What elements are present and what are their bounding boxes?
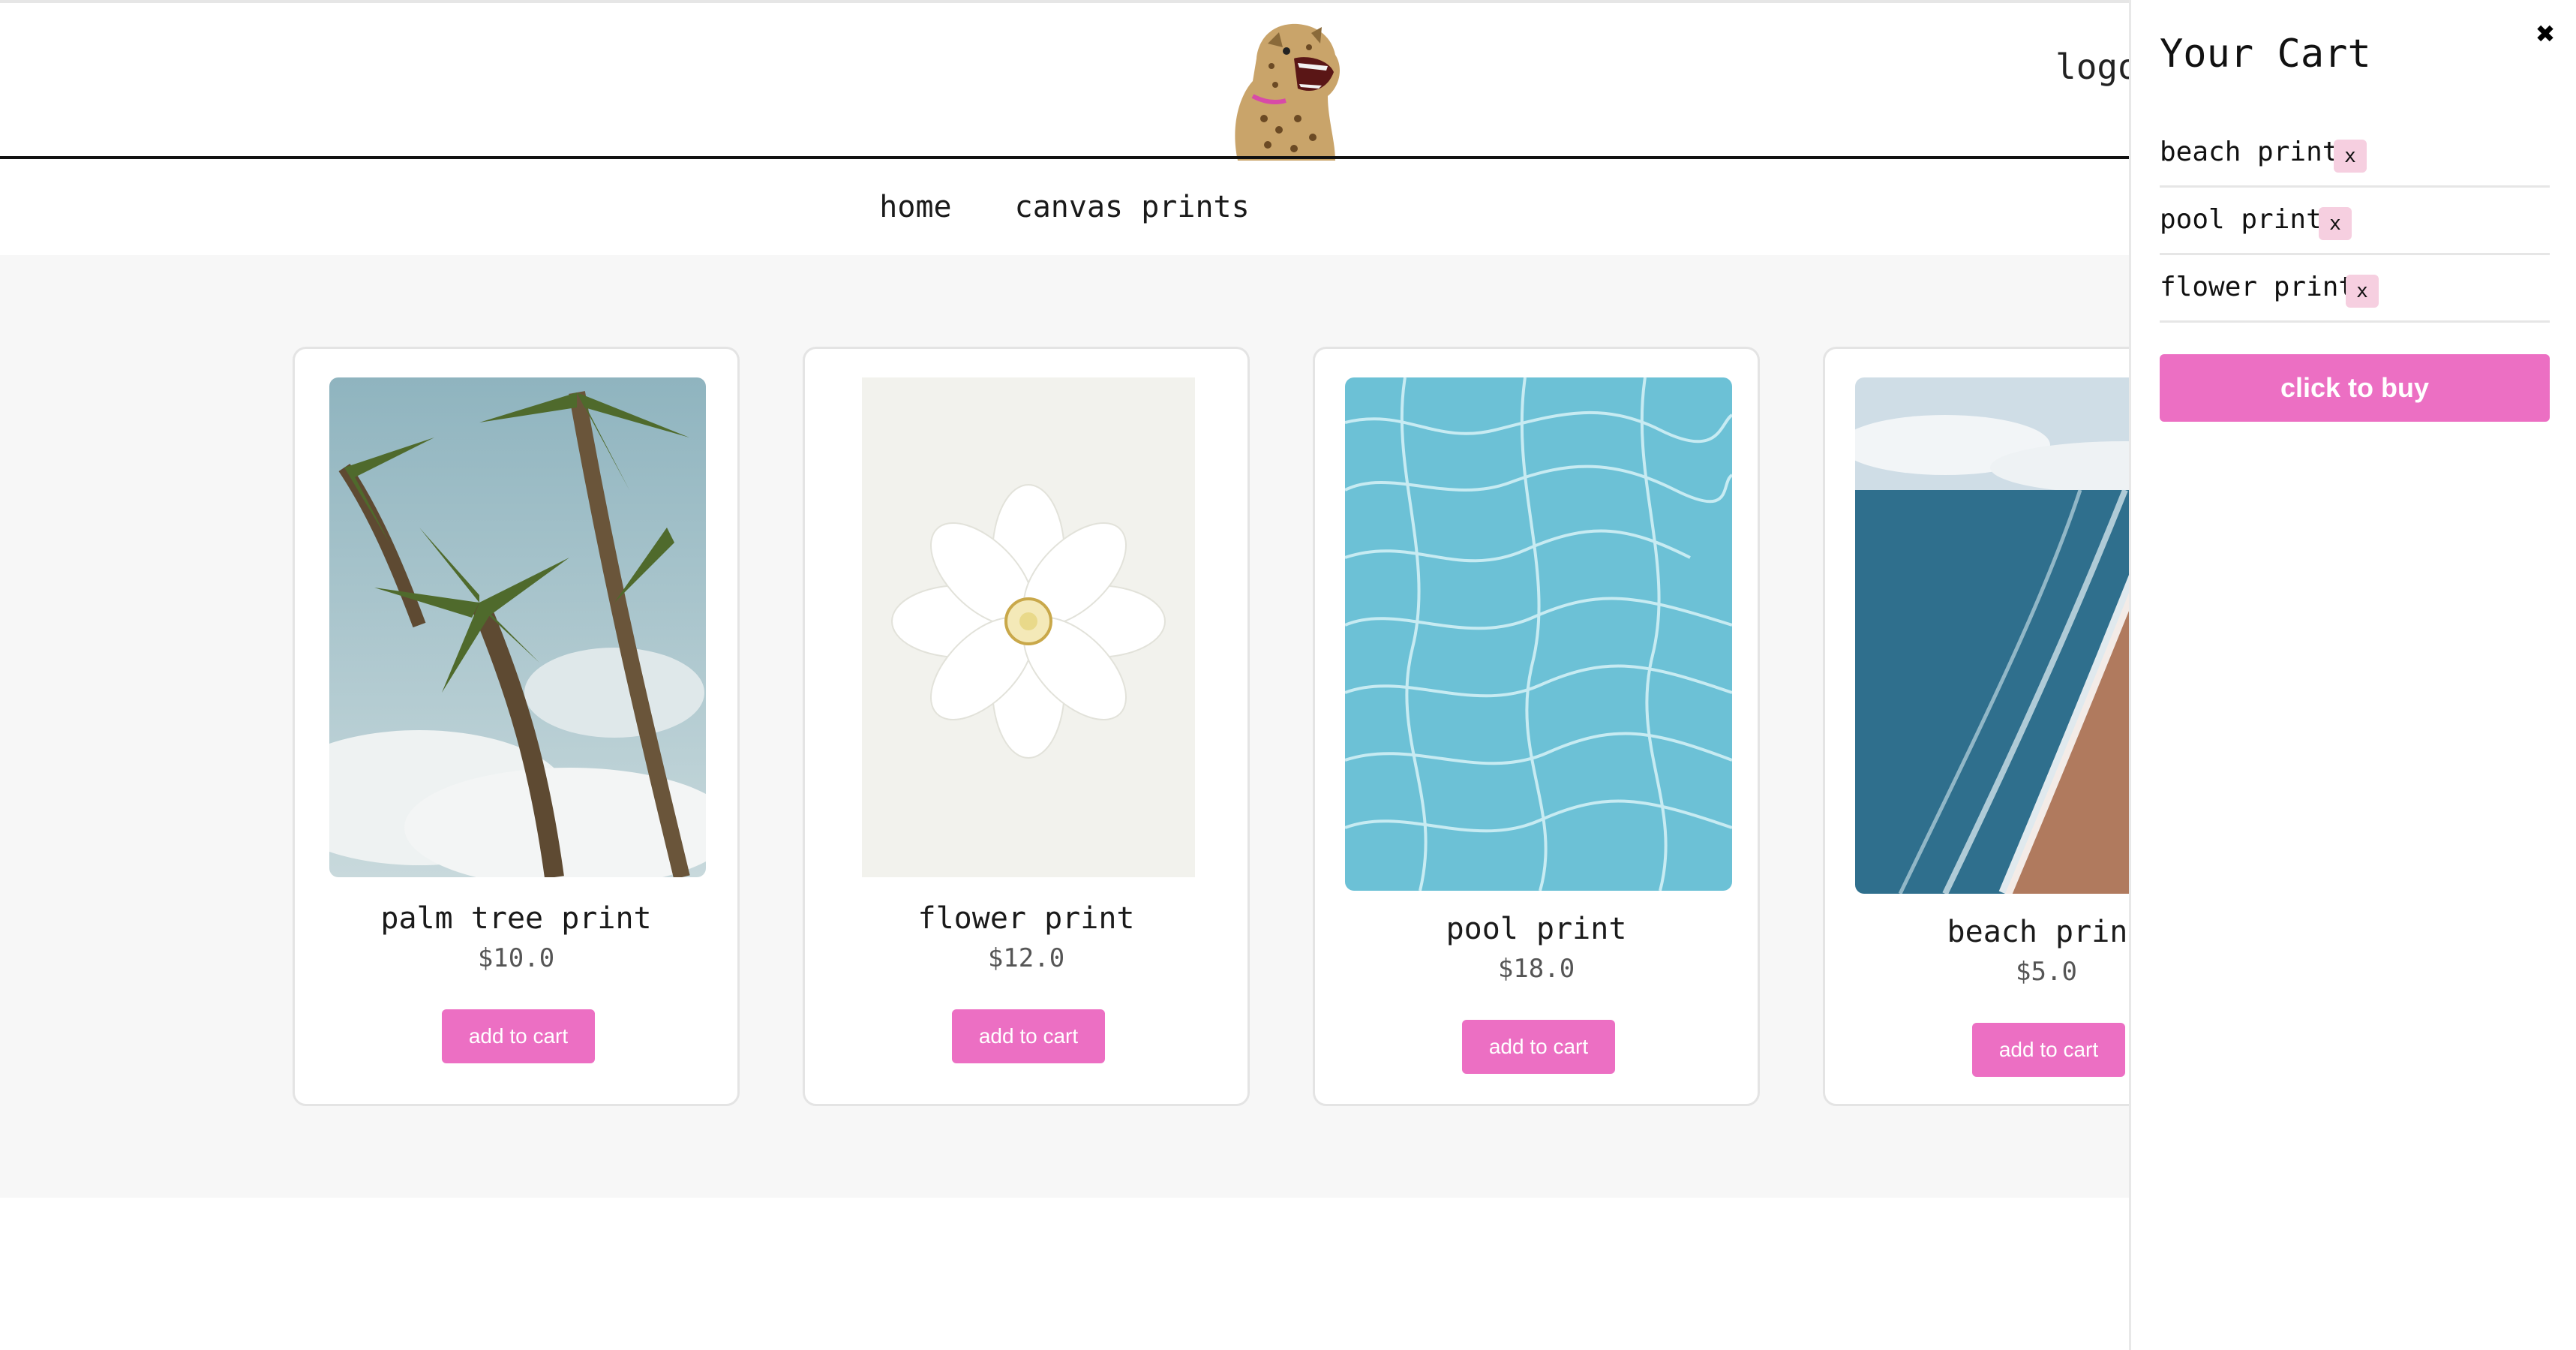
- flower-photo: [862, 377, 1195, 877]
- nav-home[interactable]: home: [879, 190, 951, 224]
- pool-photo: [1345, 377, 1732, 891]
- leopard-logo-icon[interactable]: [1223, 14, 1350, 161]
- remove-item-button[interactable]: x: [2334, 140, 2367, 173]
- remove-item-button[interactable]: x: [2346, 275, 2379, 308]
- cart-item: flower print x: [2160, 257, 2550, 323]
- cart-title: Your Cart: [2160, 32, 2371, 77]
- cart-item-name: beach print: [2160, 137, 2339, 167]
- product-price: $18.0: [1497, 954, 1575, 984]
- add-to-cart-button[interactable]: add to cart: [442, 1009, 595, 1063]
- remove-item-button[interactable]: x: [2319, 207, 2352, 240]
- cart-item: pool print x: [2160, 189, 2550, 255]
- product-title: palm tree print: [380, 901, 652, 936]
- product-price: $12.0: [987, 943, 1065, 973]
- cart-item-name: pool print: [2160, 204, 2322, 235]
- product-grid: palm tree print $10.0 add to cart flower…: [0, 255, 2270, 1198]
- add-to-cart-button[interactable]: add to cart: [1462, 1020, 1615, 1074]
- product-card-palm-tree: palm tree print $10.0 add to cart: [293, 347, 740, 1106]
- main-nav: home canvas prints: [0, 159, 2129, 255]
- cart-item-name: flower print: [2160, 272, 2355, 302]
- palm-tree-photo: [329, 377, 706, 877]
- product-card-flower: flower print $12.0 add to cart: [803, 347, 1250, 1106]
- site-header: logo: [0, 3, 2139, 161]
- product-title: flower print: [917, 901, 1135, 936]
- add-to-cart-button[interactable]: add to cart: [952, 1009, 1105, 1063]
- cart-panel: Your Cart ✖ beach print x pool print x f…: [2129, 0, 2576, 1350]
- product-price: $10.0: [477, 943, 555, 973]
- logo-text[interactable]: logo: [2055, 47, 2139, 87]
- product-title: pool print: [1446, 912, 1627, 946]
- click-to-buy-button[interactable]: click to buy: [2160, 354, 2550, 422]
- nav-canvas-prints[interactable]: canvas prints: [1015, 190, 1250, 224]
- cart-item: beach print x: [2160, 122, 2550, 188]
- close-icon[interactable]: ✖: [2536, 15, 2555, 52]
- product-card-pool: pool print $18.0 add to cart: [1313, 347, 1760, 1106]
- add-to-cart-button[interactable]: add to cart: [1972, 1023, 2125, 1077]
